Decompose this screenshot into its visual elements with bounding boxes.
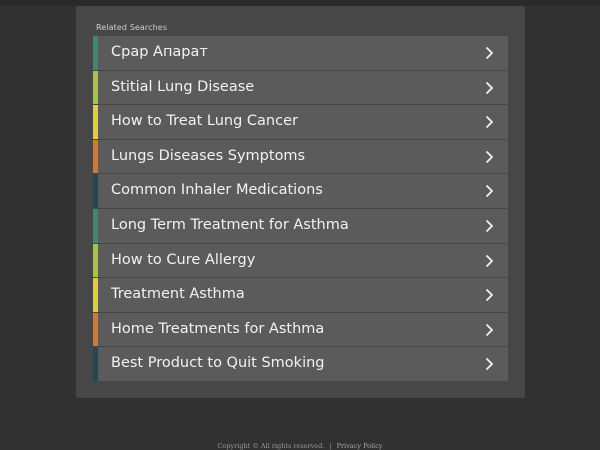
chevron-right-icon [485,81,494,94]
chevron-right-icon [485,185,494,198]
copyright-text: Copyright © All rights reserved. [217,442,325,450]
related-search-label: Срар Апарат [111,44,208,60]
accent-bar [93,174,98,208]
related-searches-list: Срар Апарат Stitial Lung Disease How to Tr… [93,36,508,382]
chevron-right-icon [485,254,494,267]
related-search-item[interactable]: How to Cure Allergy [93,243,508,278]
related-search-label: Home Treatments for Asthma [111,320,325,337]
accent-bar [93,208,98,243]
related-searches-panel: Related Searches Срар Апарат Stitial Lung… [76,6,525,398]
accent-bar [93,312,98,347]
accent-bar [93,105,98,139]
related-search-label: Lungs Diseases Symptoms [111,147,306,164]
chevron-right-icon [485,46,494,60]
related-search-label: Best Product to Quit Smoking [111,355,325,372]
chevron-right-icon [485,116,494,129]
accent-bar [93,139,98,174]
chevron-right-icon [485,323,494,336]
related-search-item[interactable]: Treatment Asthma [93,278,508,312]
chevron-right-icon [485,150,494,163]
related-search-item[interactable]: Срар Апарат [93,36,508,70]
accent-bar [93,278,98,312]
footer: Copyright © All rights reserved. | Privacy… [0,442,600,450]
related-search-label: Stitial Lung Disease [111,78,255,95]
related-search-label: How to Cure Allergy [111,251,256,268]
related-search-item[interactable]: Stitial Lung Disease [93,70,508,105]
chevron-right-icon [485,219,494,233]
accent-bar [93,243,98,278]
chevron-right-icon [485,358,494,371]
related-search-label: Common Inhaler Medications [111,182,323,199]
related-search-item[interactable]: Home Treatments for Asthma [93,312,508,347]
related-search-item[interactable]: Best Product to Quit Smoking [93,347,508,381]
accent-bar [93,36,98,70]
related-search-label: Treatment Asthma [111,286,245,303]
privacy-policy-link[interactable]: Privacy Policy [337,442,383,450]
related-search-item[interactable]: Common Inhaler Medications [93,174,508,208]
accent-bar [93,70,98,105]
related-search-label: How to Treat Lung Cancer [111,113,298,130]
related-searches-heading: Related Searches [96,23,168,32]
related-search-label: Long Term Treatment for Asthma [111,216,349,233]
footer-separator: | [329,442,332,450]
related-search-item[interactable]: How to Treat Lung Cancer [93,105,508,139]
related-search-item[interactable]: Lungs Diseases Symptoms [93,139,508,174]
accent-bar [93,347,98,381]
related-search-item[interactable]: Long Term Treatment for Asthma [93,208,508,243]
chevron-right-icon [485,289,494,302]
